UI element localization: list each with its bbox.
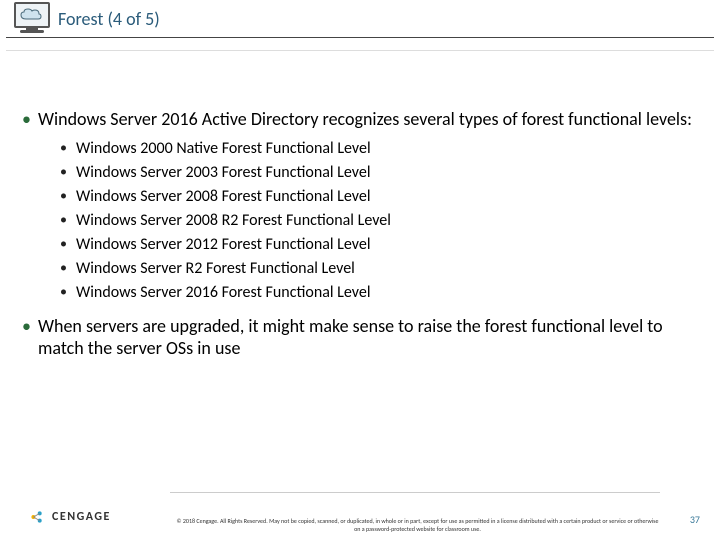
sub-bullet: Windows Server 2016 Forest Functional Le… [60, 281, 700, 305]
bullet-item: Windows Server 2016 Active Directory rec… [20, 108, 700, 305]
sub-bullet: Windows Server 2008 R2 Forest Functional… [60, 209, 700, 233]
copyright-text: © 2018 Cengage. All Rights Reserved. May… [175, 518, 660, 534]
sub-bullet: Windows Server 2012 Forest Functional Le… [60, 233, 700, 257]
slide-body: Windows Server 2016 Active Directory rec… [20, 108, 700, 366]
slide-title: Forest (4 of 5) [58, 8, 160, 30]
brand: CENGAGE [28, 508, 111, 526]
bullet-item: When servers are upgraded, it might make… [20, 315, 700, 360]
header-rule [6, 50, 714, 51]
bullet-text: When servers are upgraded, it might make… [38, 315, 663, 360]
page-number: 37 [690, 513, 700, 526]
slide-footer: CENGAGE © 2018 Cengage. All Rights Reser… [0, 492, 720, 540]
brand-name: CENGAGE [52, 510, 111, 524]
sub-bullet: Windows Server R2 Forest Functional Leve… [60, 257, 700, 281]
footer-rule [170, 492, 660, 493]
slide: Forest (4 of 5) Windows Server 2016 Acti… [0, 0, 720, 540]
sub-bullet: Windows Server 2008 Forest Functional Le… [60, 185, 700, 209]
slide-header: Forest (4 of 5) [6, 0, 714, 38]
cloud-monitor-icon [12, 0, 52, 36]
sub-bullet: Windows Server 2003 Forest Functional Le… [60, 161, 700, 185]
bullet-text: Windows Server 2016 Active Directory rec… [38, 108, 692, 130]
sub-bullet: Windows 2000 Native Forest Functional Le… [60, 137, 700, 161]
brand-logo-icon [28, 508, 46, 526]
